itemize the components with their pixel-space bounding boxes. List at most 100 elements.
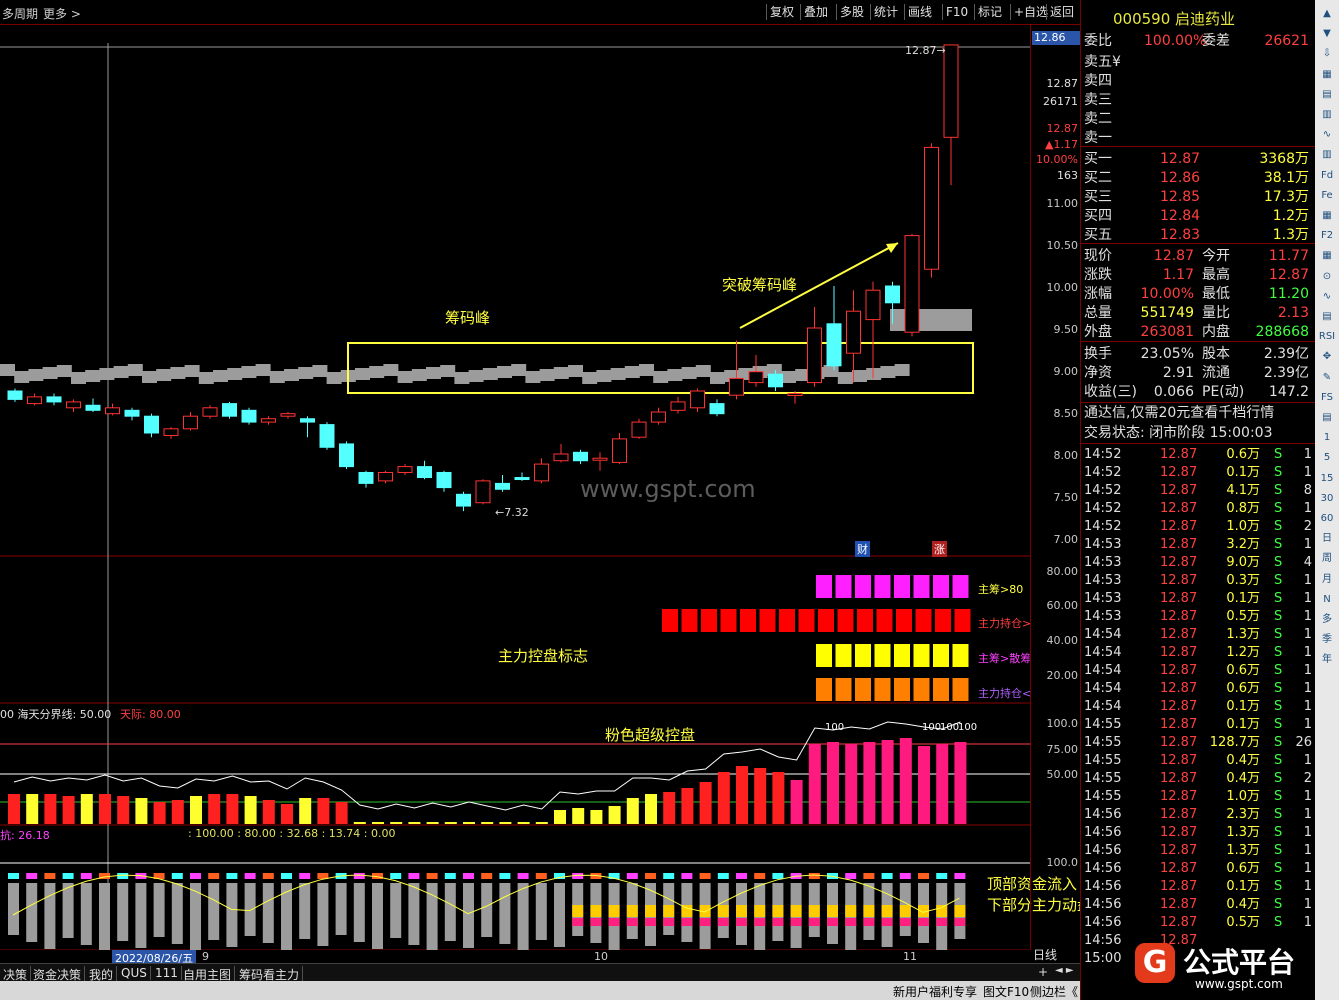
control-block — [876, 609, 893, 632]
more-button[interactable]: 更多 > — [43, 5, 81, 22]
tool-icon-17[interactable]: ✥ — [1318, 349, 1336, 365]
flow-top — [426, 873, 438, 879]
quote-label: 总量 — [1084, 305, 1112, 321]
toolbar-button-3[interactable]: 统计 — [870, 4, 901, 20]
tick-price: 12.87 — [1160, 447, 1198, 462]
flow-bar — [99, 883, 110, 950]
promo-link[interactable]: 新用户福利专享 — [893, 983, 977, 1000]
promo-link[interactable]: 通达信,仅需20元查看千档行情 — [1084, 404, 1312, 423]
toolbar-button-4[interactable]: 画线 — [904, 4, 935, 20]
tick-count: 2 — [1303, 771, 1312, 786]
tool-icon-30[interactable]: 多 — [1318, 612, 1336, 628]
chip-bar — [326, 372, 342, 384]
tool-icon-4[interactable]: ▤ — [1318, 87, 1336, 103]
tick-side: S — [1274, 825, 1283, 840]
chip-bar — [890, 309, 972, 331]
quote-panel: 000590 启迪药业 委比 100.00% 委差 26621 卖五¥ 卖四 卖三 卖二 卖一买… — [1080, 0, 1316, 1000]
control-block — [874, 678, 891, 701]
tool-icon-20[interactable]: ▤ — [1318, 410, 1336, 426]
toolbar-button-6[interactable]: 标记 — [974, 4, 1005, 20]
tool-icon-3[interactable]: ▦ — [1318, 67, 1336, 83]
toolbar-button-5[interactable]: F10 — [942, 4, 971, 20]
chip-bar — [454, 372, 470, 384]
tick-volume: 0.1万 — [1226, 699, 1260, 714]
flow-top — [190, 873, 201, 879]
tool-icon-14[interactable]: ∿ — [1318, 289, 1336, 305]
tool-icon-12[interactable]: ▦ — [1318, 248, 1336, 264]
sidebar-toggle[interactable]: 侧边栏《 — [1030, 983, 1078, 1000]
toolbar-button-1[interactable]: 叠加 — [800, 4, 831, 20]
candle-body — [280, 413, 296, 417]
tool-icon-8[interactable]: Fd — [1318, 168, 1336, 184]
tool-icon-0[interactable]: ▲ — [1318, 6, 1336, 22]
flow-low — [572, 918, 584, 926]
price-tick: 7.50 — [1053, 491, 1079, 504]
period-label[interactable]: 日线 — [1033, 946, 1057, 963]
kline-chart[interactable] — [0, 25, 1030, 950]
tool-icon-29[interactable]: N — [1318, 592, 1336, 608]
control-bar — [26, 794, 39, 824]
sell-level-label: 卖四 — [1084, 73, 1112, 89]
tool-icon-22[interactable]: 5 — [1318, 450, 1336, 466]
tool-icon-11[interactable]: F2 — [1318, 228, 1336, 244]
chip-bar — [170, 367, 186, 379]
tool-icon-2[interactable]: ⇩ — [1318, 46, 1336, 62]
tab-scroll-arrows[interactable]: ◄ ► — [1055, 965, 1074, 976]
add-tab-button[interactable]: + — [1038, 965, 1048, 979]
tick-price: 12.87 — [1160, 681, 1198, 696]
tick-volume: 1.0万 — [1226, 789, 1260, 804]
flow-bar — [80, 883, 92, 945]
toolbar-button-2[interactable]: 多股 — [836, 4, 867, 20]
tick-row: 14:52 12.87 0.6万 S 1 — [1084, 446, 1312, 464]
control-block — [857, 609, 873, 632]
tool-icon-9[interactable]: Fe — [1318, 188, 1336, 204]
tool-icon-1[interactable]: ▼ — [1318, 26, 1336, 42]
legend-item: 主力持仓< — [978, 687, 1032, 700]
tool-icon-24[interactable]: 30 — [1318, 491, 1336, 507]
tick-side: S — [1274, 483, 1283, 498]
chip-bar — [28, 369, 44, 381]
finance-marker[interactable]: 财 — [855, 541, 870, 557]
tool-icon-6[interactable]: ∿ — [1318, 127, 1336, 143]
tool-icon-31[interactable]: 季 — [1318, 632, 1336, 648]
tool-icon-13[interactable]: ⊙ — [1318, 269, 1336, 285]
flow-bar — [317, 883, 329, 946]
flow-bar — [408, 883, 420, 945]
tool-icon-23[interactable]: 15 — [1318, 471, 1336, 487]
f10-link[interactable]: 图文F10 — [983, 983, 1029, 1000]
indicator-tab[interactable]: 111 — [152, 966, 182, 980]
tool-icon-25[interactable]: 60 — [1318, 511, 1336, 527]
tick-price: 12.87 — [1160, 843, 1198, 858]
indicator-tab[interactable]: QUS — [118, 966, 151, 980]
toolbar-button-0[interactable]: 复权 — [766, 4, 797, 20]
tool-icon-18[interactable]: ✎ — [1318, 370, 1336, 386]
tool-icon-27[interactable]: 周 — [1318, 551, 1336, 567]
toolbar-button-8[interactable]: 返回 — [1046, 4, 1077, 20]
tool-icon-10[interactable]: ▦ — [1318, 208, 1336, 224]
tool-icon-19[interactable]: FS — [1318, 390, 1336, 406]
tool-icon-15[interactable]: ▤ — [1318, 309, 1336, 325]
control-block — [759, 609, 776, 632]
indicator2-header: 00 海天分界线: 50.00 — [0, 708, 112, 721]
tool-icon-26[interactable]: 日 — [1318, 531, 1336, 547]
control-bar — [353, 822, 366, 824]
multi-period-button[interactable]: 多周期 — [2, 5, 38, 22]
tick-time: 14:56 — [1084, 861, 1122, 876]
tool-icon-7[interactable]: ▥ — [1318, 147, 1336, 163]
tool-icon-28[interactable]: 月 — [1318, 572, 1336, 588]
toolbar-button-7[interactable]: +自选 — [1010, 4, 1051, 20]
control-block — [855, 575, 871, 598]
tick-row: 14:52 12.87 1.0万 S 2 — [1084, 518, 1312, 536]
sell-row: 卖三 — [1084, 91, 1312, 110]
flow-bar — [171, 883, 183, 944]
tool-icon-32[interactable]: 年 — [1318, 652, 1336, 668]
tool-icon-21[interactable]: 1 — [1318, 430, 1336, 446]
tool-icon-5[interactable]: ▥ — [1318, 107, 1336, 123]
flow-low — [590, 918, 602, 926]
tool-icon-16[interactable]: RSI — [1318, 329, 1336, 345]
tick-price: 12.87 — [1160, 573, 1198, 588]
axis-label: 11 — [903, 950, 917, 963]
control-block — [933, 678, 949, 701]
limit-up-marker[interactable]: 涨 — [932, 541, 947, 557]
quote-value: 11.20 — [1268, 286, 1309, 302]
